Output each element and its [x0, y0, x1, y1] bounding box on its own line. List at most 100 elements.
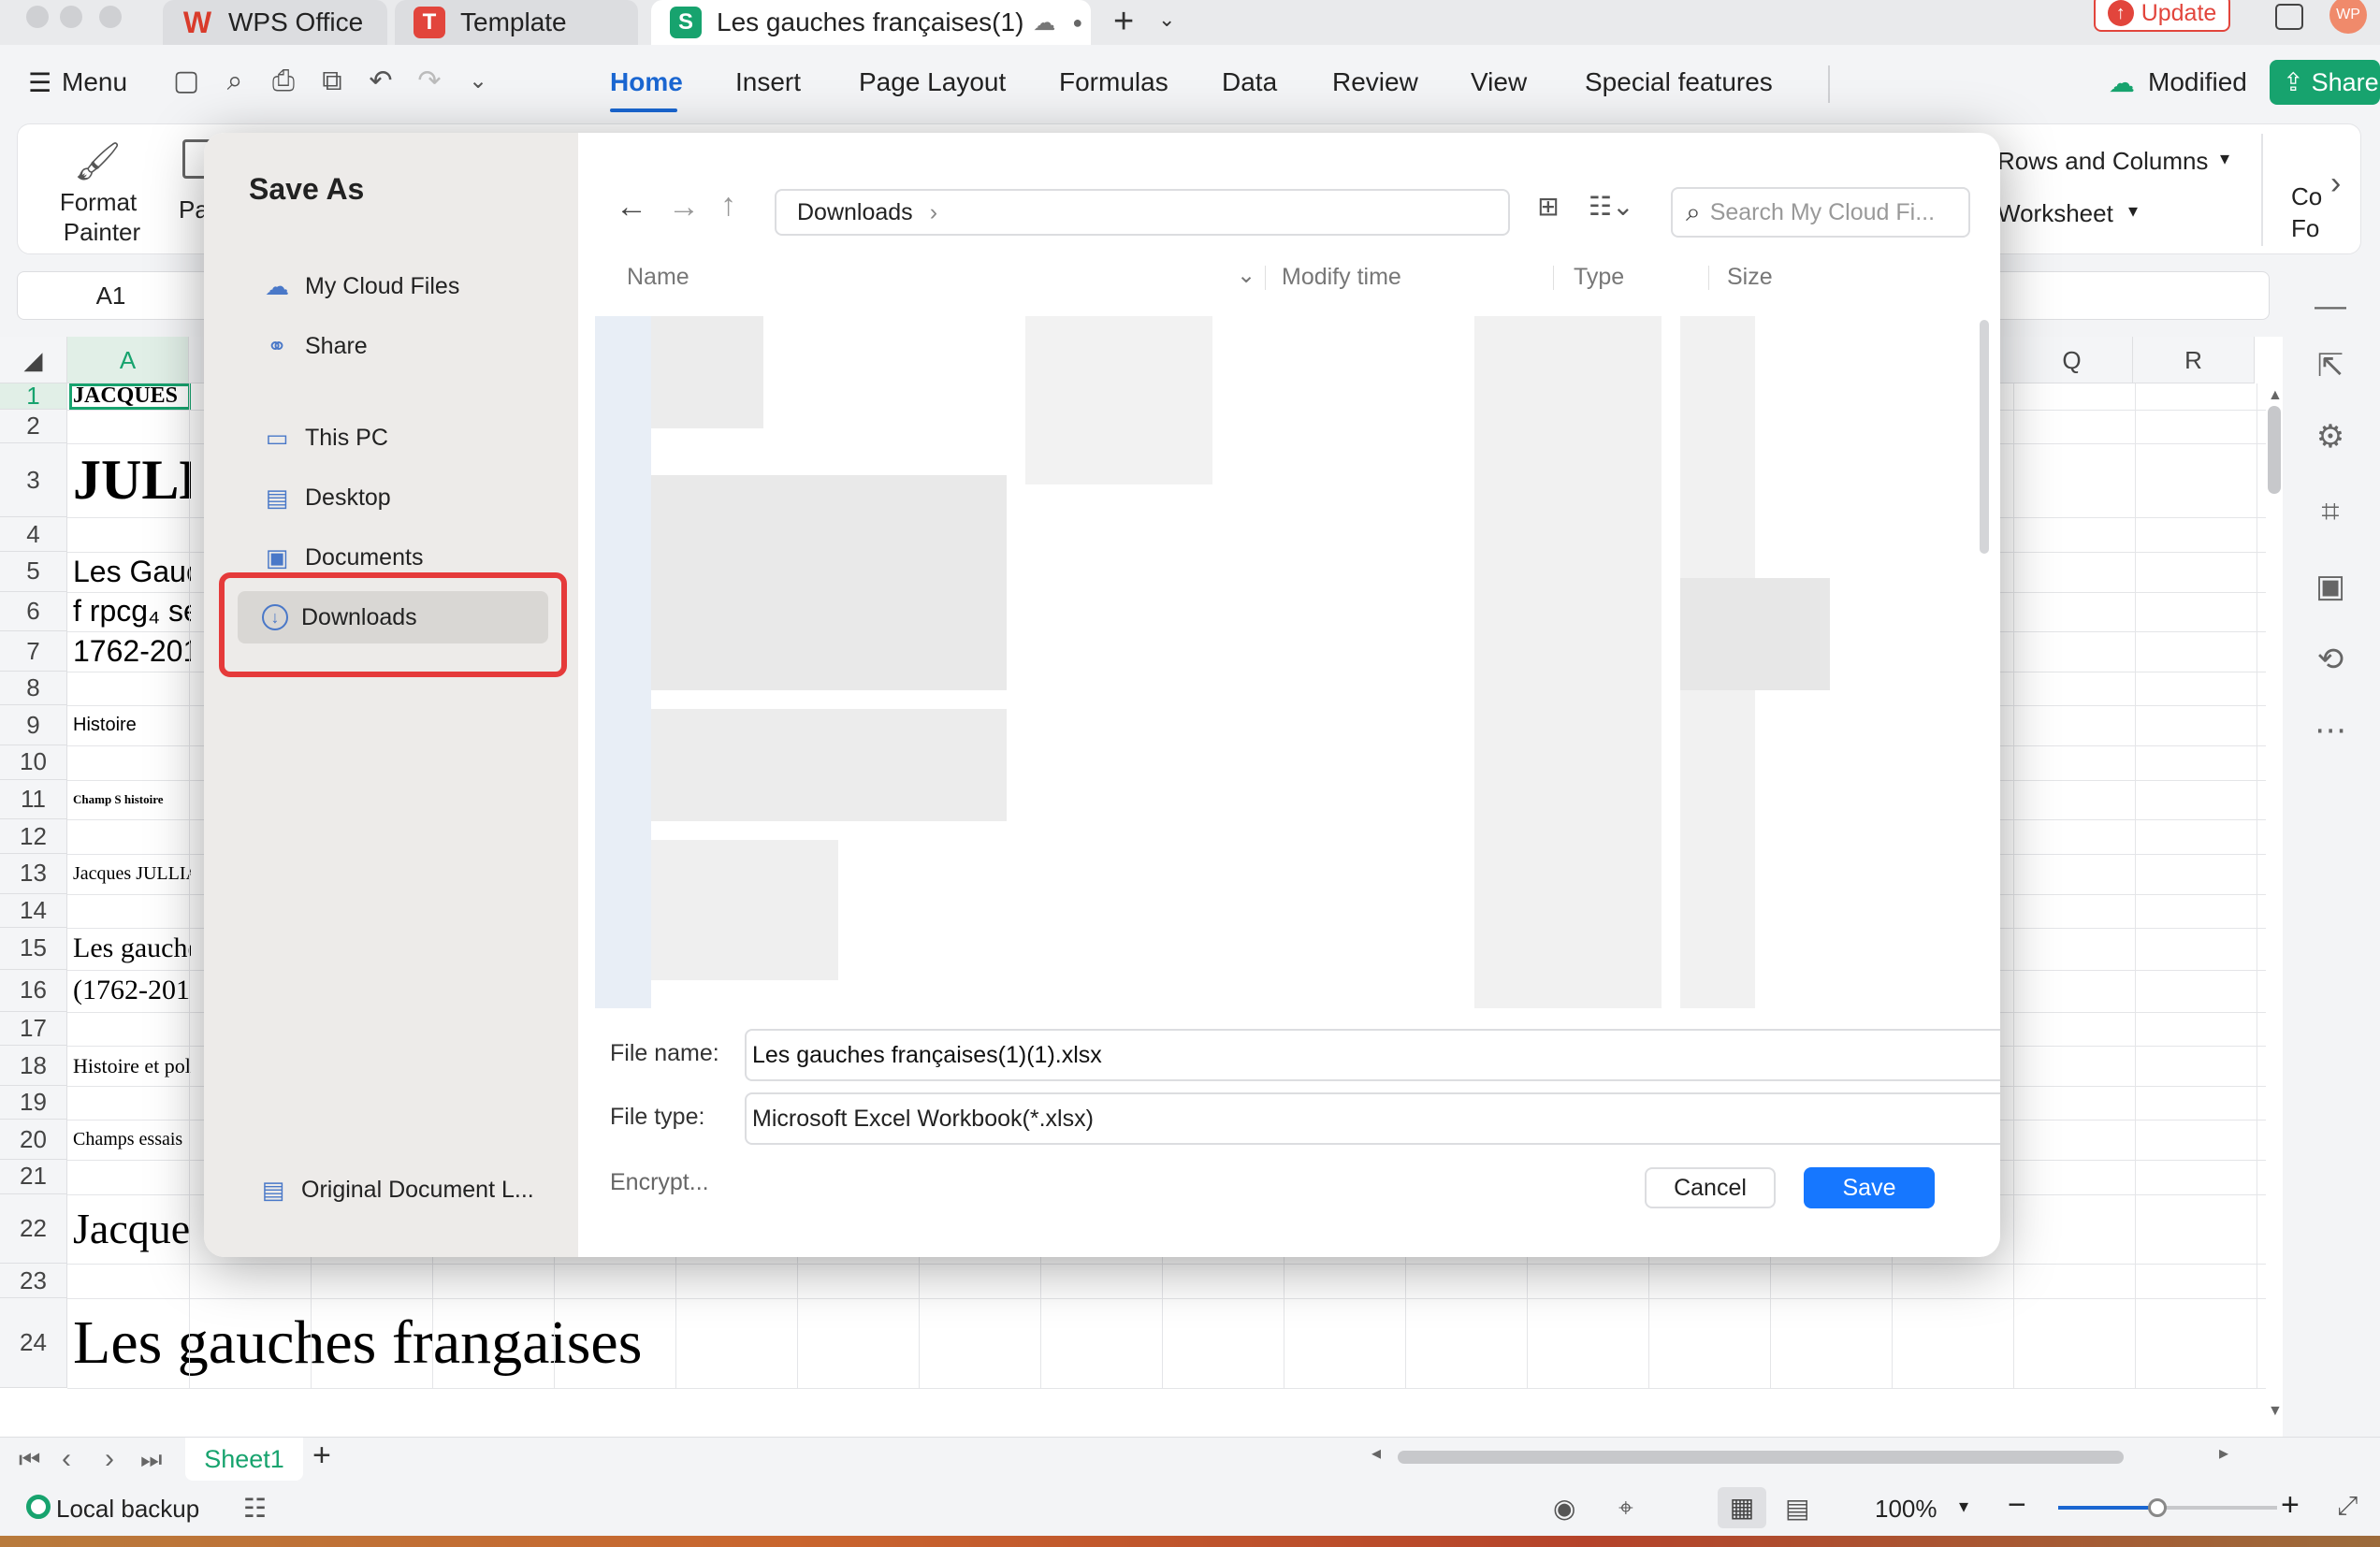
- avatar[interactable]: WP: [2329, 0, 2367, 34]
- new-tab-icon[interactable]: +: [1113, 2, 1134, 42]
- search-field[interactable]: ⌕ Search My Cloud Fi...: [1671, 187, 1970, 238]
- row-header[interactable]: 19: [0, 1086, 67, 1120]
- rows-and-columns-button[interactable]: Rows and Columns: [1997, 147, 2208, 176]
- hscroll-right-icon[interactable]: ▸: [2219, 1441, 2228, 1465]
- tab-formulas[interactable]: Formulas: [1059, 67, 1168, 97]
- undo-icon[interactable]: ↶: [365, 65, 397, 97]
- normal-view-icon[interactable]: ▦: [1718, 1487, 1766, 1528]
- page-break-view-icon[interactable]: ▤: [1785, 1493, 1809, 1524]
- hscroll-left-icon[interactable]: ◂: [1371, 1441, 1381, 1465]
- collapse-panel-icon[interactable]: —: [2305, 281, 2356, 331]
- minimize-window-icon[interactable]: [60, 6, 82, 28]
- view-mode-icon[interactable]: ☷⌄: [1589, 191, 1634, 222]
- back-icon[interactable]: ←: [616, 189, 647, 225]
- cell-a[interactable]: [69, 410, 191, 443]
- local-backup-label[interactable]: Local backup: [56, 1495, 199, 1524]
- column-header-a[interactable]: A: [67, 337, 189, 383]
- cell-a[interactable]: [69, 672, 191, 705]
- menu-button[interactable]: Menu: [62, 67, 127, 97]
- column-name[interactable]: Name: [627, 264, 689, 291]
- breadcrumb-downloads[interactable]: Downloads: [797, 199, 913, 226]
- forward-icon[interactable]: →: [668, 189, 700, 225]
- cell-a[interactable]: 1762-2012: [69, 631, 191, 672]
- zoom-out-icon[interactable]: −: [2008, 1487, 2026, 1524]
- tab-template[interactable]: T Template: [395, 0, 638, 45]
- adjust-icon[interactable]: ⚙: [2305, 412, 2356, 462]
- cancel-button[interactable]: Cancel: [1645, 1167, 1776, 1208]
- next-sheet-icon[interactable]: ›: [105, 1443, 114, 1475]
- column-header-r[interactable]: R: [2133, 337, 2255, 383]
- open-icon[interactable]: ⌕: [219, 65, 251, 97]
- row-header[interactable]: 16: [0, 969, 67, 1012]
- row-header[interactable]: 8: [0, 672, 67, 706]
- row-header[interactable]: 23: [0, 1264, 67, 1298]
- row-header[interactable]: 13: [0, 853, 67, 894]
- cell-a[interactable]: [69, 1012, 191, 1046]
- first-sheet-icon[interactable]: ⏮: [19, 1445, 40, 1475]
- file-list-scrollbar[interactable]: [1980, 320, 1989, 554]
- cell-a[interactable]: Les Gaucl: [69, 552, 191, 592]
- add-sheet-icon[interactable]: +: [312, 1438, 331, 1474]
- cell-a[interactable]: Champs essais: [69, 1120, 191, 1160]
- new-folder-icon[interactable]: ⊞: [1531, 191, 1566, 226]
- zoom-chevron-icon[interactable]: ▾: [1959, 1495, 1968, 1518]
- row-header[interactable]: 6: [0, 591, 67, 632]
- sidebar-item-original-document-location[interactable]: ▤ Original Document L...: [258, 1162, 534, 1218]
- print-icon[interactable]: ⎙: [268, 65, 299, 97]
- select-all-corner[interactable]: ◢: [0, 337, 67, 383]
- more-chevron-icon[interactable]: ⌄: [462, 65, 494, 97]
- new-file-icon[interactable]: ▢: [170, 65, 202, 97]
- up-icon[interactable]: ↑: [720, 187, 736, 224]
- tab-wps-office[interactable]: W WPS Office: [163, 0, 387, 45]
- cell-a[interactable]: Jacque: [69, 1194, 191, 1265]
- cell-a[interactable]: [69, 1160, 191, 1193]
- column-type[interactable]: Type: [1574, 264, 1624, 291]
- row-header[interactable]: 2: [0, 409, 67, 444]
- path-bar[interactable]: Downloads ›: [775, 189, 1510, 236]
- history-icon[interactable]: ⟲: [2305, 634, 2356, 685]
- cell-a[interactable]: JACQUES: [69, 383, 191, 410]
- sidebar-item-my-cloud-files[interactable]: ☁ My Cloud Files: [262, 258, 459, 314]
- tab-page-layout[interactable]: Page Layout: [859, 67, 1006, 97]
- row-header[interactable]: 15: [0, 927, 67, 970]
- row-header[interactable]: 3: [0, 443, 67, 518]
- last-sheet-icon[interactable]: ⏭: [140, 1445, 162, 1475]
- sidebar-item-this-pc[interactable]: ▭ This PC: [262, 410, 388, 466]
- row-header[interactable]: 14: [0, 893, 67, 928]
- update-button[interactable]: ↑ Update: [2094, 0, 2230, 32]
- row-header[interactable]: 12: [0, 819, 67, 854]
- column-modify-time[interactable]: Modify time: [1282, 264, 1401, 291]
- print-preview-icon[interactable]: ⧉: [316, 65, 348, 97]
- row-header[interactable]: 1: [0, 382, 67, 410]
- row-header[interactable]: 9: [0, 705, 67, 746]
- row-header[interactable]: 17: [0, 1011, 67, 1047]
- scroll-down-icon[interactable]: ▼: [2268, 1403, 2283, 1420]
- zoom-level[interactable]: 100%: [1875, 1495, 1937, 1524]
- cell-a[interactable]: Histoire: [69, 705, 191, 745]
- cell-a[interactable]: [69, 1264, 191, 1297]
- tab-home[interactable]: Home: [610, 67, 683, 97]
- zoom-window-icon[interactable]: [99, 6, 122, 28]
- row-header[interactable]: 18: [0, 1046, 67, 1086]
- horizontal-scrollbar[interactable]: [1398, 1451, 2124, 1464]
- zoom-slider-track[interactable]: [2157, 1506, 2277, 1510]
- cell-a[interactable]: [69, 1086, 191, 1120]
- window-layout-icon[interactable]: [2275, 4, 2303, 30]
- row-header[interactable]: 10: [0, 745, 67, 780]
- vertical-scrollbar[interactable]: [2268, 406, 2281, 494]
- row-header[interactable]: 21: [0, 1160, 67, 1194]
- eye-protection-icon[interactable]: ◉: [1553, 1493, 1575, 1524]
- freeze-panes-icon[interactable]: ⌖: [1618, 1493, 1633, 1524]
- sheet-tab-sheet1[interactable]: Sheet1: [185, 1438, 303, 1481]
- tab-view[interactable]: View: [1471, 67, 1527, 97]
- prev-sheet-icon[interactable]: ‹: [62, 1443, 71, 1475]
- tab-list-chevron-icon[interactable]: ⌄: [1158, 7, 1175, 32]
- tab-special-features[interactable]: Special features: [1585, 67, 1773, 97]
- zoom-slider-handle[interactable]: [2148, 1498, 2167, 1517]
- save-button[interactable]: Save: [1804, 1167, 1935, 1208]
- ribbon-cut-label-1[interactable]: Co: [2291, 182, 2322, 211]
- tab-document[interactable]: S Les gauches françaises(1) ☁ ●: [651, 0, 1091, 45]
- format-painter-label-1[interactable]: Format: [51, 188, 145, 217]
- cell-a[interactable]: Histoire et poli: [69, 1046, 191, 1086]
- cell-a[interactable]: [69, 745, 191, 779]
